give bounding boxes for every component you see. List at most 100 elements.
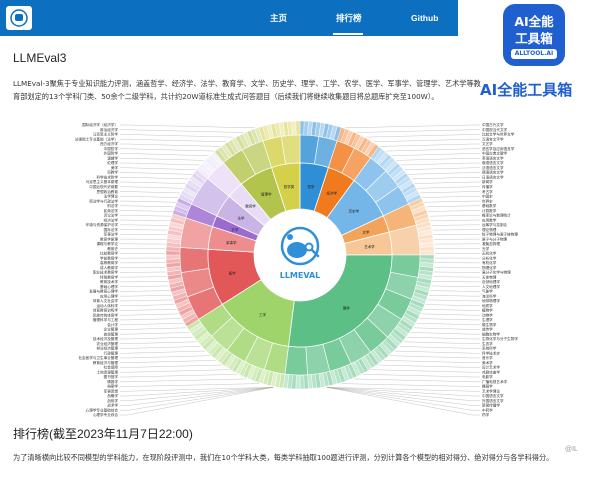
right-leader-line-56 [326, 387, 480, 392]
right-label-46: 生态学 [482, 341, 493, 346]
left-leader-line-21 [120, 224, 169, 226]
right-label-1: 中国现当代文学 [482, 127, 508, 132]
right-leader-line-52 [371, 369, 480, 373]
left-label-3: 法律硕士专业基础（法学） [75, 136, 118, 141]
right-label-61: 药学 [482, 412, 490, 417]
right-label-12: 新闻学 [482, 179, 493, 184]
nav-leaderboard[interactable]: 排行榜 [336, 0, 362, 36]
left-label-12: 马克思主义基本原理 [86, 179, 119, 184]
ranking-description: 为了清晰横向比较不同模型的学科能力，在现阶段评测中，我们在10个学科大类，每类学… [13, 453, 554, 462]
left-leader-line-41 [120, 318, 181, 321]
nav-home[interactable]: 主页 [270, 0, 287, 36]
left-leader-line-15 [120, 196, 178, 198]
ranking-title: 排行榜(截至2023年11月7日22:00) [13, 427, 193, 441]
right-label-10: 德语语言文学 [482, 170, 504, 175]
right-leader-line-38 [425, 304, 480, 306]
inner-slice-label-5: 理学 [343, 306, 350, 311]
right-label-39: 植物学 [482, 308, 493, 313]
right-leader-line-55 [341, 383, 480, 387]
left-label-50: 教育经济与管理 [93, 360, 119, 365]
right-leader-line-15 [422, 196, 480, 198]
left-label-36: 应用心理学 [100, 293, 118, 298]
left-leader-line-16 [120, 200, 176, 203]
right-label-22: 理论物理 [482, 227, 497, 232]
center-logo-text: LLMEVAL [280, 271, 321, 280]
left-leader-line-3 [120, 139, 227, 142]
left-leader-line-10 [120, 172, 192, 175]
left-label-52: 土地资源管理 [96, 369, 118, 374]
left-label-57: 战略学 [107, 393, 118, 398]
left-leader-line-14 [120, 191, 181, 194]
nav-github[interactable]: Github [411, 0, 438, 36]
right-leader-line-49 [389, 355, 480, 359]
left-label-21: 环境与资源保护法学 [86, 222, 119, 227]
inner-slice-label-7: 医学 [229, 270, 236, 275]
right-leader-line-50 [384, 360, 480, 363]
right-label-34: 人文地理学 [482, 284, 500, 289]
right-leader-line-46 [403, 341, 480, 344]
left-leader-line-40 [120, 313, 179, 316]
right-label-56: 艺术学理论 [482, 388, 500, 393]
outer-slice-4-7 [419, 250, 435, 256]
left-label-40: 民族传统体育学 [93, 312, 119, 317]
right-leader-line-1 [356, 129, 480, 133]
outer-slice-0-0 [299, 120, 305, 136]
left-label-16: 宪法学与行政法学 [89, 198, 118, 203]
left-leader-line-53 [120, 374, 237, 378]
right-leader-line-4 [380, 143, 480, 147]
left-label-53: 图书馆学 [104, 374, 119, 379]
middle-slice-7-2 [179, 247, 210, 273]
left-leader-line-50 [120, 360, 216, 363]
right-label-0: 中国古代文学 [482, 122, 504, 127]
right-label-53: 电影学 [482, 374, 493, 379]
right-leader-line-41 [419, 318, 480, 321]
right-label-55: 舞蹈学 [482, 384, 493, 389]
left-leader-line-48 [120, 350, 206, 354]
left-leader-line-52 [120, 369, 229, 373]
right-leader-line-45 [407, 336, 480, 340]
left-leader-line-22 [120, 229, 168, 231]
left-label-17: 刑法学 [107, 203, 118, 208]
left-leader-line-49 [120, 355, 211, 359]
right-leader-line-48 [394, 350, 480, 354]
left-label-37: 体育人文社会学 [93, 298, 119, 303]
left-label-48: 行政管理 [104, 350, 119, 355]
left-leader-line-18 [120, 210, 173, 212]
left-label-60: 心理学专业基础综合 [86, 407, 119, 412]
left-leader-line-47 [120, 346, 201, 349]
left-label-8: 伦理学 [107, 160, 118, 165]
left-label-39: 体育教育训练学 [93, 308, 119, 313]
inner-slice-label-10: 法学 [237, 215, 244, 220]
right-leader-line-2 [365, 134, 480, 138]
left-label-54: 情报学 [107, 379, 118, 384]
right-leader-line-18 [427, 210, 480, 212]
right-leader-line-43 [413, 327, 480, 330]
center-logo: LLMEVAL [254, 209, 346, 301]
left-leader-line-33 [120, 281, 168, 283]
outer-slice-7-16 [165, 258, 181, 264]
left-label-20: 经济法学 [104, 217, 119, 222]
left-label-47: 林业经济管理 [96, 346, 118, 351]
right-label-57: 中国语言文学 [482, 393, 504, 398]
left-label-38: 运动人体科学 [96, 303, 118, 308]
inner-slice-label-2: 历史学 [349, 208, 360, 213]
right-label-column: 中国古代文学中国现当代文学比较文学与世界文学汉语言文字学文艺学语言学及应用语言学… [482, 122, 518, 417]
right-label-13: 传播学 [482, 184, 493, 189]
page-description: LLMEval-3聚焦于专业知识能力评测，涵盖哲学、经济学、法学、教育学、文学、… [13, 79, 481, 101]
left-leader-line-61 [120, 387, 274, 416]
outer-slice-5-0 [419, 254, 435, 260]
right-label-48: 科学技术史 [482, 350, 500, 355]
right-label-59: 新闻传播学 [482, 403, 500, 408]
left-label-26: 教育史 [107, 246, 118, 251]
left-label-51: 社会保障 [104, 365, 119, 370]
right-label-23: 粒子物理与原子核物理 [482, 232, 518, 237]
left-leader-line-37 [120, 299, 173, 302]
llama-logo-icon[interactable] [6, 6, 32, 30]
inner-slice-label-6: 工学 [259, 312, 267, 317]
left-leader-line-12 [120, 181, 186, 184]
left-leader-line-42 [120, 323, 184, 325]
sunburst-svg: 国际经济学（经济学）政治经济学马克思主义哲学法律硕士专业基础（法学）西方经济学中… [75, 120, 518, 417]
right-leader-line-37 [427, 299, 480, 302]
left-leader-line-38 [120, 304, 175, 306]
right-label-50: 美术学 [482, 360, 493, 365]
